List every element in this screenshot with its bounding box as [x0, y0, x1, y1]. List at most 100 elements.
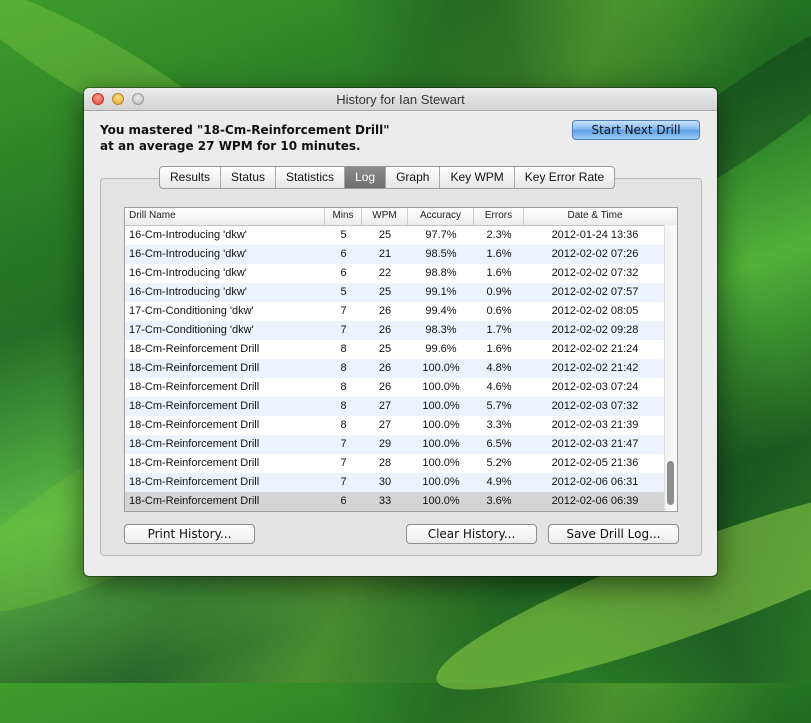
- cell-errors: 1.7%: [486, 324, 512, 336]
- print-history-button[interactable]: Print History...: [124, 524, 255, 544]
- table-row[interactable]: 18-Cm-Reinforcement Drill 7 29 100.0% 6.5% 20…: [125, 435, 677, 454]
- cell-mins: 8: [340, 400, 347, 412]
- cell-date-time: 2012-02-02 21:42: [551, 362, 639, 374]
- table-row[interactable]: 16-Cm-Introducing 'dkw' 5 25 97.7% 2.3% 2012-…: [125, 226, 677, 245]
- cell-date-time: 2012-02-06 06:39: [551, 495, 639, 507]
- tab-key-error-rate[interactable]: Key Error Rate: [515, 167, 614, 188]
- column-header-accuracy[interactable]: Accuracy: [408, 208, 474, 225]
- cell-mins: 8: [340, 362, 347, 374]
- cell-date-time: 2012-02-02 07:26: [551, 248, 639, 260]
- cell-drill-name: 18-Cm-Reinforcement Drill: [129, 476, 260, 488]
- cell-mins: 7: [340, 305, 347, 317]
- title-bar: History for Ian Stewart: [84, 88, 717, 111]
- drill-log-table: Drill Name Mins WPM Accuracy Errors Date…: [124, 207, 678, 512]
- cell-mins: 5: [340, 286, 347, 298]
- scrollbar-thumb[interactable]: [667, 461, 674, 505]
- mastery-message-line-1: You mastered "18-Cm-Reinforcement Drill": [100, 123, 390, 137]
- cell-errors: 1.6%: [486, 267, 512, 279]
- cell-errors: 6.5%: [486, 438, 512, 450]
- cell-accuracy: 99.4%: [425, 305, 457, 317]
- cell-errors: 4.8%: [486, 362, 512, 374]
- cell-drill-name: 17-Cm-Conditioning 'dkw': [129, 324, 254, 336]
- cell-errors: 5.2%: [486, 457, 512, 469]
- table-row[interactable]: 18-Cm-Reinforcement Drill 8 26 100.0% 4.6% 20…: [125, 378, 677, 397]
- cell-accuracy: 98.5%: [425, 248, 457, 260]
- cell-errors: 0.9%: [486, 286, 512, 298]
- cell-wpm: 25: [378, 229, 392, 241]
- cell-date-time: 2012-02-02 08:05: [551, 305, 639, 317]
- table-row[interactable]: 17-Cm-Conditioning 'dkw' 7 26 98.3% 1.7% 2012…: [125, 321, 677, 340]
- cell-accuracy: 98.3%: [425, 324, 457, 336]
- cell-errors: 2.3%: [486, 229, 512, 241]
- cell-date-time: 2012-02-03 21:39: [551, 419, 639, 431]
- cell-date-time: 2012-02-02 21:24: [551, 343, 639, 355]
- cell-mins: 7: [340, 476, 347, 488]
- tab-statistics[interactable]: Statistics: [276, 167, 346, 188]
- cell-mins: 6: [340, 495, 347, 507]
- table-row[interactable]: 18-Cm-Reinforcement Drill 6 33 100.0% 3.6% 20…: [125, 492, 677, 511]
- cell-errors: 4.6%: [486, 381, 512, 393]
- table-row[interactable]: 18-Cm-Reinforcement Drill 8 27 100.0% 3.3% 20…: [125, 416, 677, 435]
- table-row[interactable]: 16-Cm-Introducing 'dkw' 5 25 99.1% 0.9% 2012-…: [125, 283, 677, 302]
- cell-mins: 7: [340, 457, 347, 469]
- cell-drill-name: 16-Cm-Introducing 'dkw': [129, 267, 247, 279]
- save-drill-log-button[interactable]: Save Drill Log...: [548, 524, 679, 544]
- table-body: 16-Cm-Introducing 'dkw' 5 25 97.7% 2.3% 2012-…: [125, 226, 677, 511]
- cell-wpm: 26: [378, 381, 392, 393]
- column-header-mins[interactable]: Mins: [325, 208, 362, 225]
- cell-date-time: 2012-02-03 07:24: [551, 381, 639, 393]
- cell-date-time: 2012-02-03 07:32: [551, 400, 639, 412]
- table-row[interactable]: 17-Cm-Conditioning 'dkw' 7 26 99.4% 0.6% 2012…: [125, 302, 677, 321]
- cell-mins: 7: [340, 438, 347, 450]
- table-row[interactable]: 18-Cm-Reinforcement Drill 8 25 99.6% 1.6% 201…: [125, 340, 677, 359]
- cell-drill-name: 18-Cm-Reinforcement Drill: [129, 495, 260, 507]
- table-row[interactable]: 16-Cm-Introducing 'dkw' 6 22 98.8% 1.6% 2012-…: [125, 264, 677, 283]
- table-row[interactable]: 18-Cm-Reinforcement Drill 8 27 100.0% 5.7% 20…: [125, 397, 677, 416]
- table-row[interactable]: 18-Cm-Reinforcement Drill 7 28 100.0% 5.2% 20…: [125, 454, 677, 473]
- cell-wpm: 26: [378, 305, 392, 317]
- cell-wpm: 33: [378, 495, 392, 507]
- column-header-errors[interactable]: Errors: [474, 208, 524, 225]
- cell-wpm: 26: [378, 324, 392, 336]
- column-header-wpm[interactable]: WPM: [362, 208, 408, 225]
- cell-accuracy: 99.1%: [425, 286, 457, 298]
- cell-wpm: 29: [378, 438, 392, 450]
- cell-mins: 8: [340, 381, 347, 393]
- cell-errors: 5.7%: [486, 400, 512, 412]
- cell-wpm: 27: [378, 419, 392, 431]
- cell-errors: 3.3%: [486, 419, 512, 431]
- cell-accuracy: 100.0%: [422, 476, 460, 488]
- cell-errors: 1.6%: [486, 248, 512, 260]
- start-next-drill-button[interactable]: Start Next Drill: [572, 120, 700, 140]
- tab-results[interactable]: Results: [160, 167, 222, 188]
- cell-mins: 6: [340, 248, 347, 260]
- cell-drill-name: 18-Cm-Reinforcement Drill: [129, 419, 260, 431]
- mastery-message-line-2: at an average 27 WPM for 10 minutes.: [100, 139, 361, 153]
- table-row[interactable]: 18-Cm-Reinforcement Drill 7 30 100.0% 4.9% 20…: [125, 473, 677, 492]
- cell-errors: 3.6%: [486, 495, 512, 507]
- cell-drill-name: 18-Cm-Reinforcement Drill: [129, 457, 260, 469]
- vertical-scrollbar[interactable]: [664, 225, 677, 511]
- column-header-date-time[interactable]: Date & Time: [524, 208, 666, 225]
- cell-mins: 8: [340, 343, 347, 355]
- tab-graph[interactable]: Graph: [386, 167, 441, 188]
- cell-accuracy: 100.0%: [422, 495, 460, 507]
- cell-accuracy: 100.0%: [422, 381, 460, 393]
- window-title: History for Ian Stewart: [336, 92, 465, 107]
- tab-key-wpm[interactable]: Key WPM: [440, 167, 515, 188]
- cell-date-time: 2012-02-06 06:31: [551, 476, 639, 488]
- cell-mins: 8: [340, 419, 347, 431]
- cell-accuracy: 100.0%: [422, 457, 460, 469]
- clear-history-button[interactable]: Clear History...: [406, 524, 537, 544]
- cell-drill-name: 18-Cm-Reinforcement Drill: [129, 362, 260, 374]
- tab-status[interactable]: Status: [221, 167, 277, 188]
- cell-drill-name: 16-Cm-Introducing 'dkw': [129, 229, 247, 241]
- table-row[interactable]: 18-Cm-Reinforcement Drill 8 26 100.0% 4.8% 20…: [125, 359, 677, 378]
- mastery-message: You mastered "18-Cm-Reinforcement Drill"…: [100, 122, 540, 154]
- tab-log[interactable]: Log: [345, 167, 387, 188]
- table-row[interactable]: 16-Cm-Introducing 'dkw' 6 21 98.5% 1.6% 2012-…: [125, 245, 677, 264]
- column-header-drill-name[interactable]: Drill Name: [125, 208, 325, 225]
- cell-errors: 4.9%: [486, 476, 512, 488]
- cell-drill-name: 16-Cm-Introducing 'dkw': [129, 286, 247, 298]
- cell-accuracy: 100.0%: [422, 362, 460, 374]
